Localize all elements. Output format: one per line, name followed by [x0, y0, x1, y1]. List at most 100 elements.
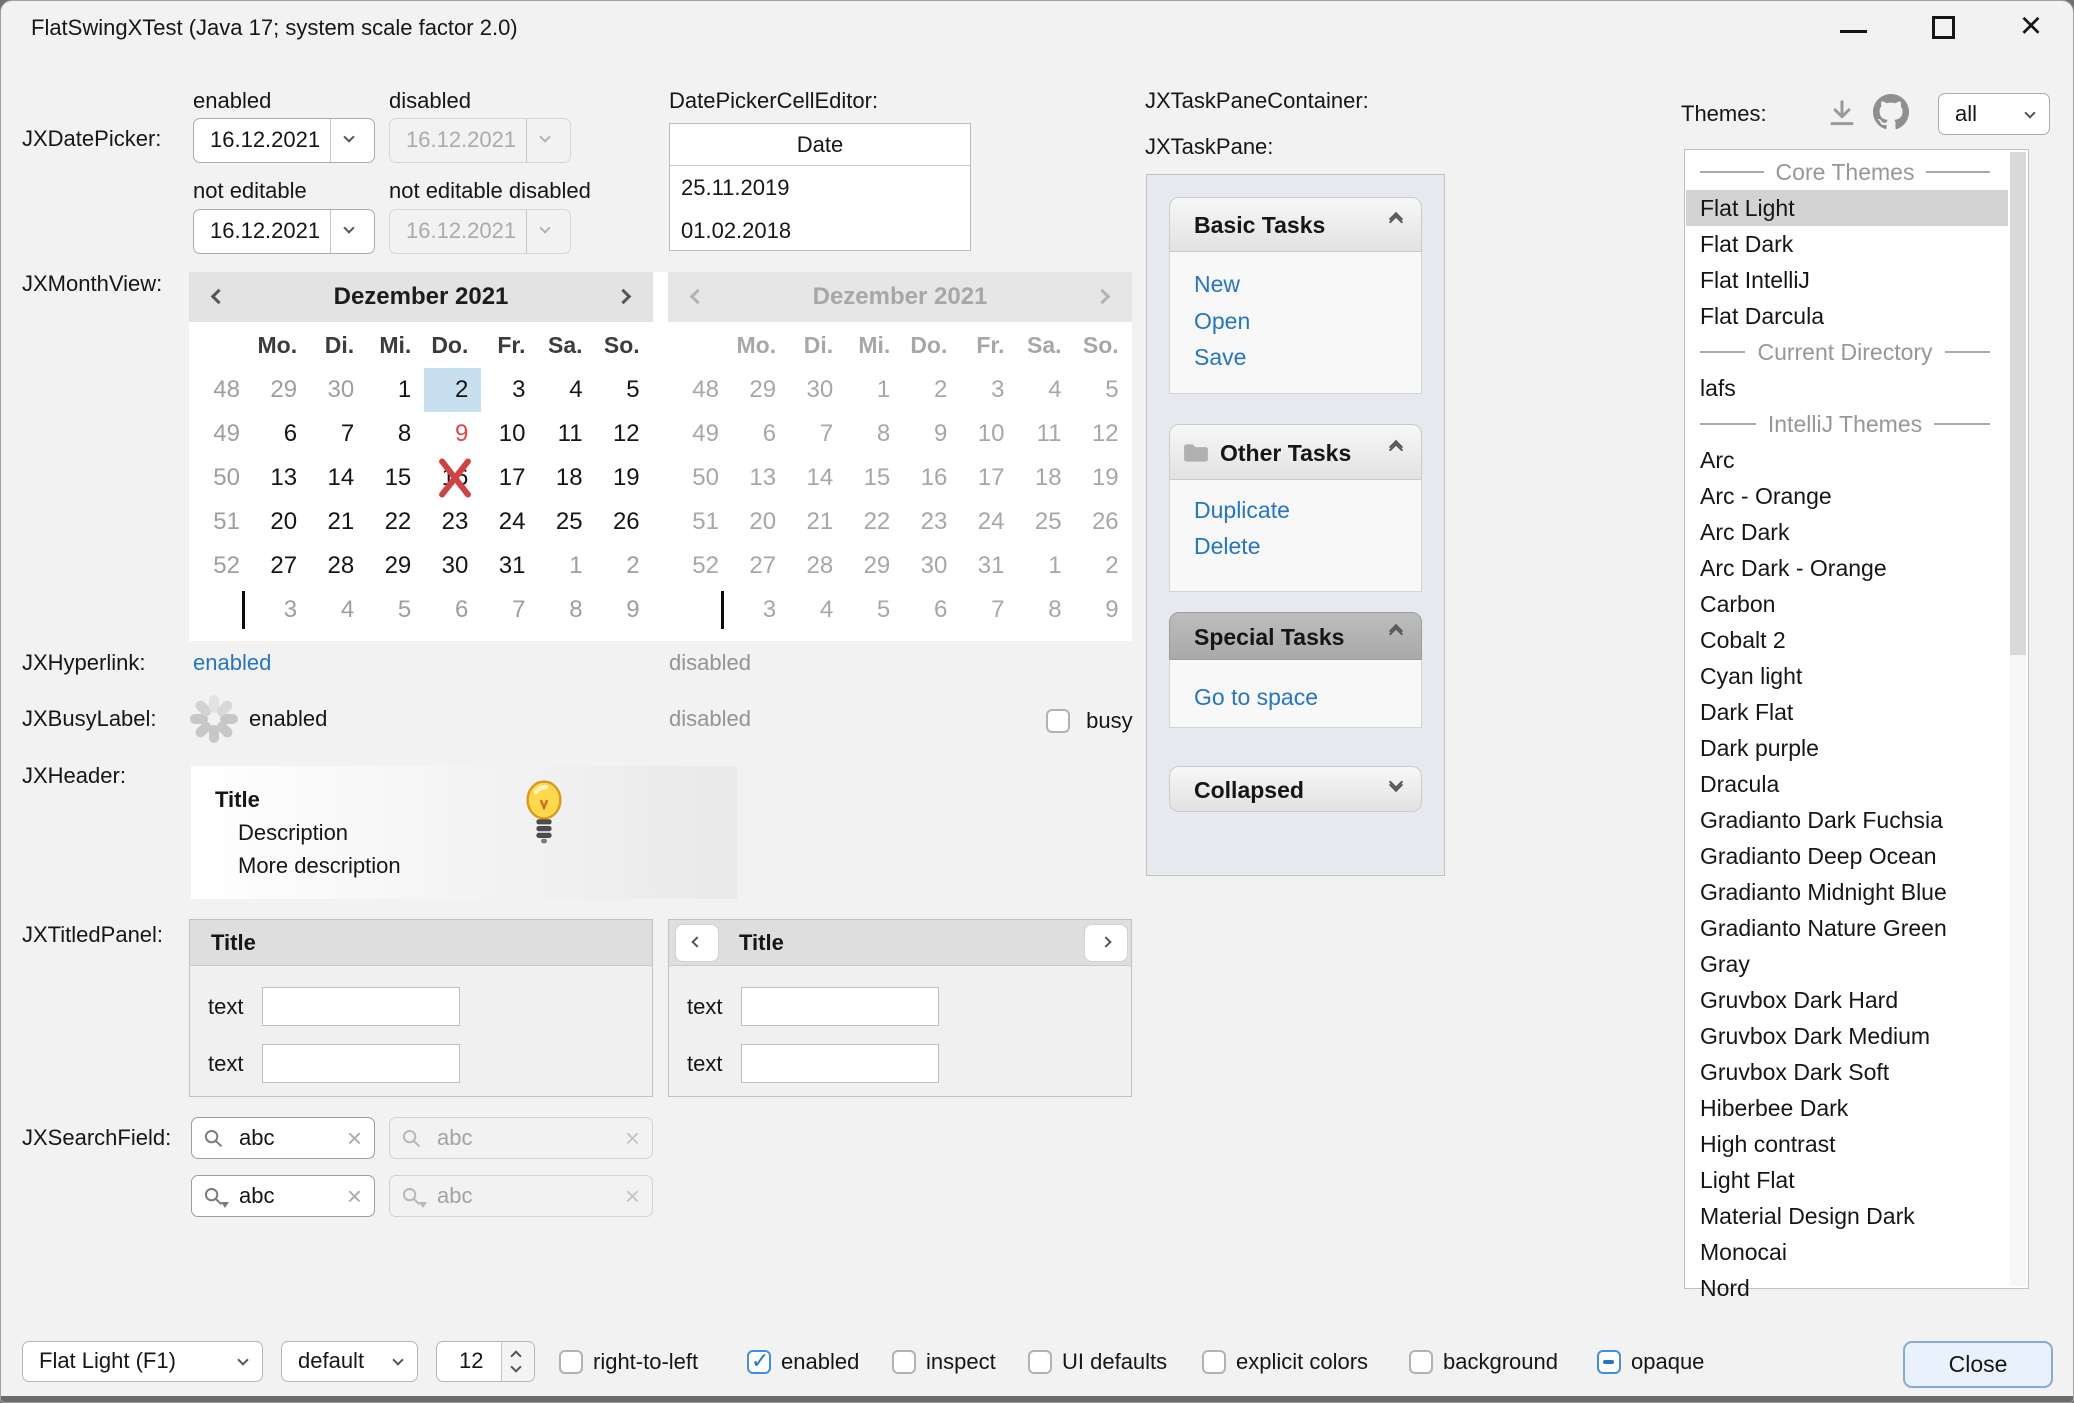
expand-chevron-down-icon[interactable]: [1391, 777, 1401, 790]
titlebar-right-button[interactable]: [1084, 924, 1128, 962]
theme-item[interactable]: Flat IntelliJ: [1686, 262, 2008, 298]
text-input[interactable]: [262, 987, 460, 1026]
day-cell[interactable]: 8: [538, 588, 595, 632]
checkbox-opaque[interactable]: opaque: [1597, 1348, 1704, 1374]
day-cell[interactable]: 20: [253, 500, 310, 544]
day-cell[interactable]: 5: [367, 588, 424, 632]
day-cell[interactable]: 11: [538, 412, 595, 456]
collapse-chevron-up-icon[interactable]: [1391, 442, 1401, 455]
taskpane-header-other-tasks[interactable]: Other Tasks: [1169, 424, 1422, 480]
day-cell[interactable]: 28: [310, 544, 367, 588]
theme-item[interactable]: Flat Darcula: [1686, 298, 2008, 334]
datepicker-dropdown-button[interactable]: [330, 210, 374, 253]
text-input[interactable]: [741, 987, 939, 1026]
minimize-button[interactable]: [1823, 1, 1883, 54]
collapse-chevron-up-icon[interactable]: [1391, 214, 1401, 227]
day-cell[interactable]: 31: [481, 544, 538, 588]
taskpane-header-collapsed[interactable]: Collapsed: [1169, 766, 1422, 812]
day-cell[interactable]: 15: [367, 456, 424, 500]
day-cell[interactable]: 12: [596, 412, 653, 456]
theme-item[interactable]: Arc: [1686, 442, 2008, 478]
day-cell[interactable]: 3: [481, 368, 538, 412]
checkbox-ui-defaults[interactable]: UI defaults: [1028, 1348, 1167, 1374]
day-cell[interactable]: 6: [424, 588, 481, 632]
day-cell[interactable]: 8: [367, 412, 424, 456]
day-cell[interactable]: 30: [424, 544, 481, 588]
day-cell[interactable]: 27: [253, 544, 310, 588]
theme-item[interactable]: High contrast: [1686, 1126, 2008, 1162]
datepicker-value[interactable]: 16.12.2021: [210, 210, 320, 252]
scrollbar-track[interactable]: [2010, 152, 2026, 1286]
day-cell[interactable]: 25: [538, 500, 595, 544]
checkbox-explicit-colors[interactable]: explicit colors: [1202, 1348, 1368, 1374]
next-month-icon[interactable]: [616, 289, 632, 305]
style-combo[interactable]: default: [281, 1341, 418, 1382]
monthview-enabled[interactable]: Dezember 2021Mo.Di.Mi.Do.Fr.Sa.So.482930…: [189, 272, 653, 632]
day-cell[interactable]: 23: [424, 500, 481, 544]
theme-item[interactable]: Dark purple: [1686, 730, 2008, 766]
theme-item[interactable]: Gradianto Nature Green: [1686, 910, 2008, 946]
theme-item[interactable]: Cobalt 2: [1686, 622, 2008, 658]
day-cell[interactable]: 6: [253, 412, 310, 456]
checkbox-right-to-left[interactable]: right-to-left: [559, 1348, 698, 1374]
search-field-with-menu[interactable]: abc ×: [191, 1175, 375, 1217]
day-cell[interactable]: 19: [596, 456, 653, 500]
day-cell[interactable]: 9: [424, 412, 481, 456]
busy-checkbox[interactable]: busy: [1046, 707, 1133, 734]
task-link-delete[interactable]: Delete: [1194, 533, 1260, 560]
search-text[interactable]: abc: [239, 1118, 274, 1158]
collapse-chevron-up-icon[interactable]: [1391, 626, 1401, 639]
theme-item[interactable]: Flat Light: [1686, 190, 2008, 226]
theme-item[interactable]: Carbon: [1686, 586, 2008, 622]
search-text[interactable]: abc: [239, 1176, 274, 1216]
spinner-down-icon[interactable]: [510, 1361, 521, 1372]
day-cell[interactable]: 29: [253, 368, 310, 412]
day-cell[interactable]: 9: [596, 588, 653, 632]
table-row[interactable]: 01.02.2018: [670, 209, 970, 252]
day-cell[interactable]: 17: [481, 456, 538, 500]
search-field-enabled[interactable]: abc ×: [191, 1117, 375, 1159]
day-cell[interactable]: 22: [367, 500, 424, 544]
task-link-duplicate[interactable]: Duplicate: [1194, 497, 1290, 524]
clear-icon[interactable]: ×: [347, 1176, 362, 1216]
task-link-open[interactable]: Open: [1194, 308, 1250, 335]
day-cell[interactable]: 16: [424, 456, 481, 500]
hyperlink-enabled[interactable]: enabled: [193, 650, 271, 676]
theme-item[interactable]: Gruvbox Dark Soft: [1686, 1054, 2008, 1090]
day-cell[interactable]: 1: [538, 544, 595, 588]
laf-combo[interactable]: Flat Light (F1): [22, 1341, 263, 1382]
day-cell[interactable]: 14: [310, 456, 367, 500]
theme-item[interactable]: Dracula: [1686, 766, 2008, 802]
themes-list[interactable]: Core ThemesFlat LightFlat DarkFlat Intel…: [1684, 149, 2029, 1289]
theme-item[interactable]: Flat Dark: [1686, 226, 2008, 262]
theme-item[interactable]: Gradianto Deep Ocean: [1686, 838, 2008, 874]
close-button[interactable]: Close: [1903, 1341, 2053, 1388]
day-cell[interactable]: 29: [367, 544, 424, 588]
day-cell[interactable]: 5: [596, 368, 653, 412]
theme-item[interactable]: Dark Flat: [1686, 694, 2008, 730]
spinner-up-icon[interactable]: [510, 1350, 521, 1361]
text-input[interactable]: [741, 1044, 939, 1083]
theme-item[interactable]: Gruvbox Dark Medium: [1686, 1018, 2008, 1054]
taskpane-header-special-tasks[interactable]: Special Tasks: [1169, 612, 1422, 660]
day-cell[interactable]: 3: [253, 588, 310, 632]
day-cell[interactable]: 4: [310, 588, 367, 632]
checkbox-background[interactable]: background: [1409, 1348, 1558, 1374]
spinner-buttons[interactable]: [501, 1342, 534, 1381]
theme-item[interactable]: Gray: [1686, 946, 2008, 982]
task-link-new[interactable]: New: [1194, 271, 1240, 298]
scrollbar-thumb[interactable]: [2010, 152, 2026, 655]
day-cell[interactable]: 26: [596, 500, 653, 544]
table-row[interactable]: 25.11.2019: [670, 166, 970, 209]
datepicker-noteditable[interactable]: 16.12.2021: [193, 209, 375, 254]
download-icon[interactable]: [1827, 98, 1857, 128]
theme-item[interactable]: Cyan light: [1686, 658, 2008, 694]
theme-item[interactable]: Light Flat: [1686, 1162, 2008, 1198]
theme-item[interactable]: Hiberbee Dark: [1686, 1090, 2008, 1126]
theme-item[interactable]: Arc Dark - Orange: [1686, 550, 2008, 586]
datepicker-dropdown-button[interactable]: [330, 119, 374, 162]
theme-item[interactable]: Gruvbox Dark Hard: [1686, 982, 2008, 1018]
task-link-go-to-space[interactable]: Go to space: [1194, 684, 1318, 711]
theme-item[interactable]: Gradianto Dark Fuchsia: [1686, 802, 2008, 838]
close-window-button[interactable]: ×: [2001, 1, 2061, 54]
